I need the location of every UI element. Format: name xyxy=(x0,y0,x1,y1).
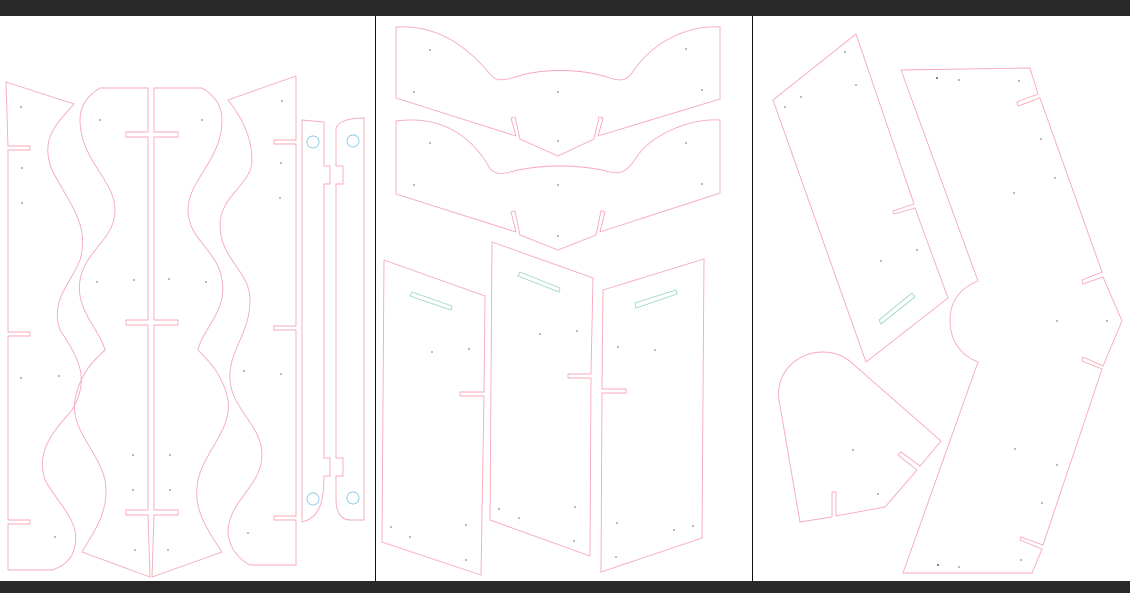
part-right-tapered-panel[interactable] xyxy=(600,258,705,573)
part-narrow-strip-b[interactable] xyxy=(335,117,365,521)
strip-a-bottom-hole xyxy=(306,492,320,506)
part-middle-tapered-panel[interactable] xyxy=(489,241,594,557)
left-slanted-score-slot xyxy=(878,292,916,325)
sheet-3-drawing xyxy=(772,33,1123,574)
sheet-2-drawing xyxy=(381,26,721,576)
cutting-layout-viewer xyxy=(0,0,1130,593)
sheet-panel-1[interactable] xyxy=(0,16,375,581)
part-left-wavy-panel[interactable] xyxy=(5,81,84,571)
left-panel-score-slot xyxy=(409,291,453,311)
part-long-bent-panel[interactable] xyxy=(900,67,1123,574)
part-left-tapered-panel[interactable] xyxy=(381,259,486,576)
part-right-wavy-panel[interactable] xyxy=(219,75,297,566)
sheet-1-drawing xyxy=(5,75,365,578)
sheet-3-marker-dots xyxy=(784,51,1108,568)
part-center-left-spine[interactable] xyxy=(73,87,151,578)
top-toolbar-bar xyxy=(0,0,1130,16)
strip-b-top-hole xyxy=(346,134,360,148)
right-panel-score-slot xyxy=(634,289,678,309)
sheet-2-marker-dots xyxy=(390,48,703,561)
bottom-status-bar xyxy=(0,581,1130,593)
part-rounded-base-piece[interactable] xyxy=(778,351,942,523)
strip-b-bottom-hole xyxy=(346,491,360,505)
part-center-right-spine[interactable] xyxy=(151,87,229,578)
sheet-panel-3[interactable] xyxy=(753,16,1130,581)
sheet-panel-2[interactable] xyxy=(376,16,752,581)
part-left-slanted-panel[interactable] xyxy=(772,33,949,363)
middle-panel-score-slot xyxy=(517,271,561,293)
sheet-1-marker-dots xyxy=(20,100,283,551)
part-narrow-strip-a[interactable] xyxy=(301,119,331,523)
strip-a-top-hole xyxy=(306,135,320,149)
